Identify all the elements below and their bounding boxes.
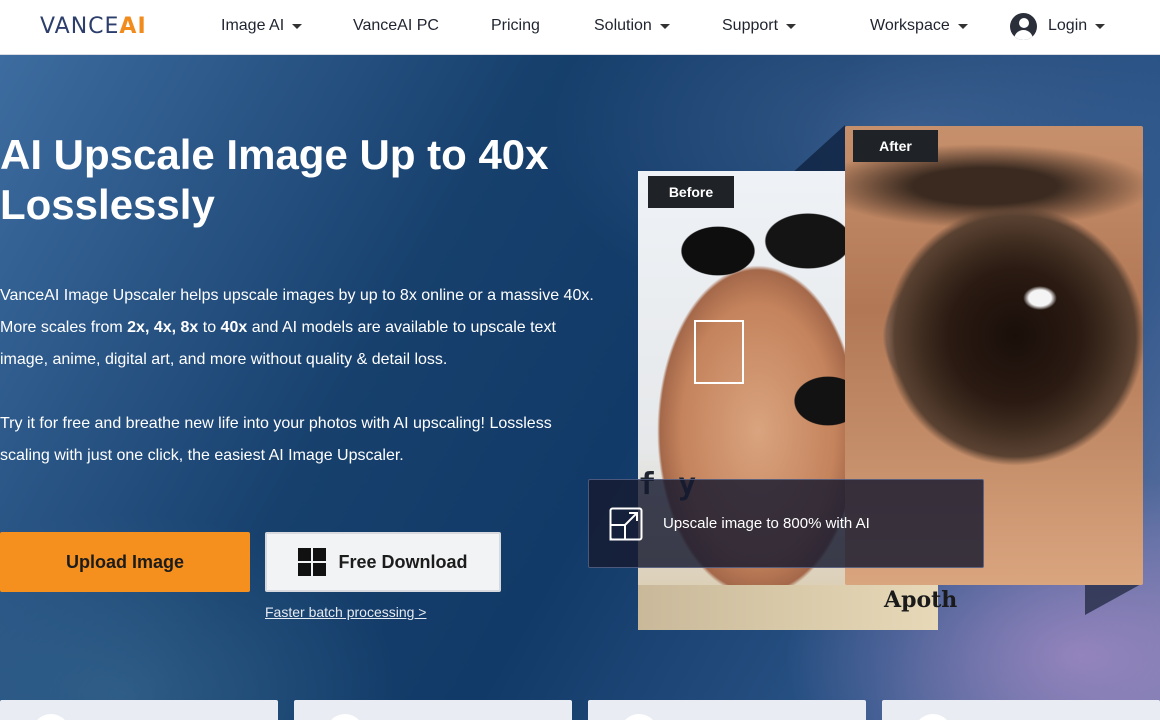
caret-down-icon [957,23,968,29]
upscale-caption-box: Upscale image to 800% with AI [588,479,984,568]
feature-card-icon [620,714,658,720]
logo-text-main: VANCE [40,14,120,39]
top-navigation: VANCEAI Image AI VanceAI PC Pricing Solu… [0,0,1160,55]
nav-item-label: Solution [594,17,652,34]
before-image-caption-text: Apoth [884,587,958,613]
decorative-fold-bottom [1085,583,1143,615]
expand-icon [609,507,643,540]
feature-card-icon [32,714,70,720]
feature-card[interactable] [0,700,278,720]
caret-down-icon [659,23,670,29]
login-label: Login [1048,17,1088,34]
download-button-label: Free Download [338,551,468,572]
upscale-caption-text: Upscale image to 800% with AI [663,515,870,532]
nav-item-workspace[interactable]: Workspace [870,17,968,35]
nav-item-solution[interactable]: Solution [594,17,670,35]
feature-card[interactable] [882,700,1160,720]
desc-bold-40x: 40x [220,319,248,336]
decorative-fold-top [790,125,845,175]
batch-processing-link[interactable]: Faster batch processing > [265,604,426,620]
upload-button-label: Upload Image [65,551,185,572]
feature-card-icon [326,714,364,720]
hero-description: VanceAI Image Upscaler helps upscale ima… [0,280,600,376]
caret-down-icon [1095,23,1106,29]
desc-text-2: to [198,319,221,336]
nav-item-label: Workspace [870,17,950,34]
desc-bold-scales: 2x, 4x, 8x [127,319,199,336]
vanceai-logo[interactable]: VANCEAI [40,14,147,39]
feature-card-icon [914,714,952,720]
free-download-button[interactable]: Free Download [265,532,501,592]
login-menu[interactable]: Login [1048,17,1106,35]
hero-tagline: Try it for free and breathe new life int… [0,415,552,464]
nav-item-label: Support [722,17,779,34]
nav-item-label: VanceAI PC [353,17,439,34]
nav-item-pricing[interactable]: Pricing [491,17,540,35]
feature-card[interactable] [588,700,866,720]
nav-item-label: Image AI [221,17,285,34]
feature-card[interactable] [294,700,572,720]
after-label: After [853,130,938,162]
hero-headline: AI Upscale Image Up to 40x Losslessly [0,131,549,228]
caret-down-icon [786,23,797,29]
upload-image-button[interactable]: Upload Image [0,532,250,592]
caret-down-icon [292,23,303,29]
before-label: Before [648,176,734,208]
user-avatar-icon[interactable] [1010,13,1037,40]
hero-section: AI Upscale Image Up to 40x Losslessly Va… [0,55,1160,720]
nav-item-support[interactable]: Support [722,17,797,35]
nav-item-vanceai-pc[interactable]: VanceAI PC [353,17,439,35]
windows-logo-icon [298,548,327,576]
nav-item-label: Pricing [491,17,540,34]
logo-text-ai: AI [119,14,147,39]
zoom-focus-box [694,320,744,384]
nav-item-image-ai[interactable]: Image AI [221,17,303,35]
